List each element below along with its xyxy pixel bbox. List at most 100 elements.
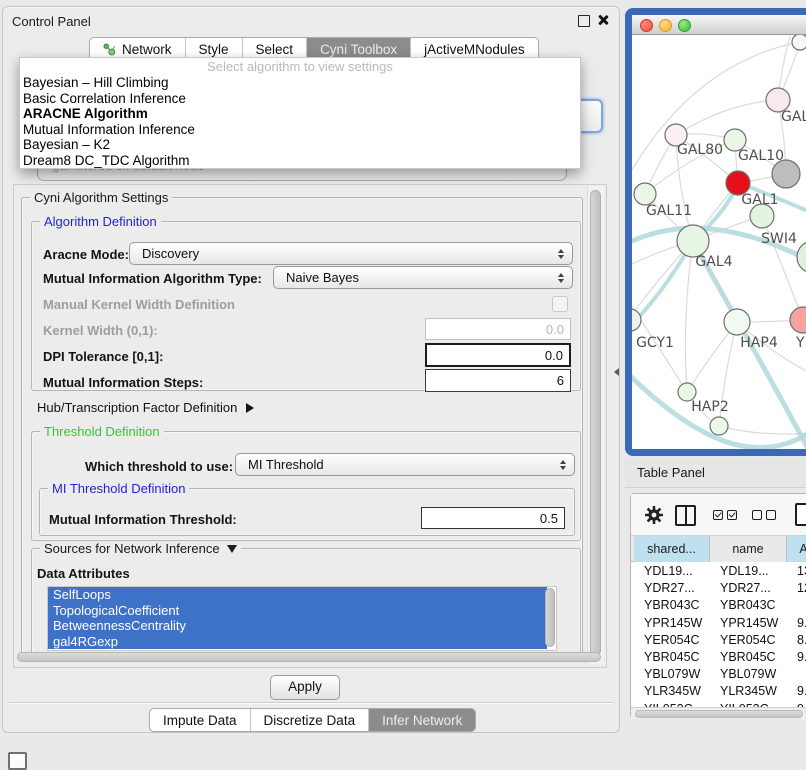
table-panel-titlebar: Table Panel [625, 458, 806, 488]
table-cell: 12 [787, 580, 806, 597]
table-row[interactable]: YDR27...YDR27...12 [631, 580, 806, 597]
cyni-algorithm-settings-title: Cyni Algorithm Settings [30, 190, 172, 205]
column-header-a[interactable]: A [787, 536, 806, 562]
select-all-columns-icon[interactable] [713, 510, 723, 520]
column-header-name[interactable]: name [710, 536, 787, 562]
list-vertical-scrollbar[interactable] [545, 588, 555, 647]
algorithm-option-aracne-algorithm[interactable]: ARACNE Algorithm [20, 106, 580, 122]
bottom-tab-infer-network-label: Infer Network [382, 713, 462, 728]
stepper-arrows-icon [558, 249, 564, 259]
bottom-tab-infer-network[interactable]: Infer Network [368, 709, 475, 731]
select-all-columns-icon[interactable] [727, 510, 737, 520]
which-threshold-label: Which threshold to use: [85, 459, 233, 475]
table-toolbar [631, 494, 806, 536]
network-node-label: GAL11 [646, 203, 692, 219]
table-row[interactable]: YLR345WYLR345W9. [631, 683, 806, 700]
network-node-gcy1[interactable] [632, 309, 641, 331]
network-node-gal11[interactable] [634, 183, 656, 205]
split-columns-icon[interactable] [675, 505, 696, 526]
network-node[interactable] [772, 160, 800, 188]
dpi-tolerance-field[interactable] [425, 343, 571, 367]
gear-icon[interactable] [643, 504, 665, 526]
network-node-label: GAL10 [738, 148, 784, 164]
algorithm-option-bayesian-hill-climbing[interactable]: Bayesian – Hill Climbing [20, 75, 580, 91]
bottom-tab-impute-data[interactable]: Impute Data [150, 709, 250, 731]
table-cell: YBL079W [634, 666, 710, 683]
network-node-hap4[interactable] [724, 309, 750, 335]
table-cell: YER054C [710, 632, 787, 649]
network-canvas[interactable]: GALGAL80GAL10GAL1GAL11SWI4GAL4GCY1HAP4YH… [632, 35, 806, 449]
which-threshold-combobox[interactable]: MI Threshold [235, 453, 575, 476]
float-window-icon[interactable] [578, 15, 590, 27]
data-attributes-list[interactable]: SelfLoopsTopologicalCoefficientBetweenne… [47, 586, 557, 651]
minimize-traffic-light-icon[interactable] [659, 19, 672, 32]
manual-kernel-width-checkbox[interactable] [552, 296, 568, 312]
settings-vertical-scrollbar-thumb[interactable] [590, 190, 601, 656]
network-node-y[interactable] [790, 307, 806, 333]
restore-panel-icon[interactable] [8, 752, 27, 770]
algorithm-option-dream8-dc-tdc-algorithm[interactable]: Dream8 DC_TDC Algorithm [20, 153, 580, 169]
network-window-titlebar[interactable] [632, 15, 806, 35]
attribute-item-selfloops[interactable]: SelfLoops [48, 587, 547, 603]
unselect-all-columns-icon[interactable] [752, 510, 762, 520]
algorithm-option-basic-correlation-inference[interactable]: Basic Correlation Inference [20, 91, 580, 107]
table-row[interactable]: YPR145WYPR145W9. [631, 615, 806, 632]
algorithm-popup-placeholder: Select algorithm to view settings [20, 58, 580, 75]
table-row[interactable]: YER054CYER054C8. [631, 632, 806, 649]
table-cell: YDL19... [634, 563, 710, 580]
attribute-item-betweennesscentrality[interactable]: BetweennessCentrality [48, 618, 547, 634]
network-node-label: SWI4 [761, 231, 797, 247]
mi-steps-field[interactable] [425, 369, 571, 392]
aracne-mode-combobox[interactable]: Discovery [129, 242, 573, 265]
network-node-swi4[interactable] [750, 204, 774, 228]
table-cell: 9. [787, 649, 806, 666]
hub-transcription-factor-section[interactable]: Hub/Transcription Factor Definition [37, 400, 254, 415]
table-row[interactable]: YDL19...YDL19...13 [631, 563, 806, 580]
table-row[interactable]: YBL079WYBL079W [631, 666, 806, 683]
network-node[interactable] [792, 35, 806, 50]
table-row[interactable]: YBR043CYBR043C [631, 597, 806, 614]
mi-threshold-field[interactable] [421, 507, 565, 529]
attribute-item-topologicalcoefficient[interactable]: TopologicalCoefficient [48, 603, 547, 619]
table-horizontal-scrollbar-thumb[interactable] [635, 710, 803, 718]
bottom-tab-impute-data-label: Impute Data [163, 713, 237, 728]
mi-threshold-label: Mutual Information Threshold: [49, 512, 237, 528]
algorithm-option-bayesian-k2[interactable]: Bayesian – K2 [20, 137, 580, 153]
tab-select-label: Select [256, 42, 294, 57]
table-horizontal-scrollbar-track[interactable] [631, 707, 806, 719]
zoom-traffic-light-icon[interactable] [678, 19, 691, 32]
settings-horizontal-scrollbar-thumb[interactable] [17, 652, 601, 662]
table-cell: YPR145W [710, 615, 787, 632]
table-cell: YPR145W [634, 615, 710, 632]
collapsed-arrow-icon[interactable] [246, 403, 254, 413]
algorithm-popup-items: Bayesian – Hill ClimbingBasic Correlatio… [20, 75, 580, 168]
panel-divider-arrow-icon[interactable] [614, 368, 619, 376]
algorithm-definition-title: Algorithm Definition [40, 214, 161, 229]
table-row[interactable]: YBR045CYBR045C9. [631, 649, 806, 666]
kernel-width-field[interactable] [425, 318, 571, 340]
bottom-tab-discretize-data[interactable]: Discretize Data [250, 709, 369, 731]
table-cell [787, 597, 806, 614]
network-node-gal4[interactable] [677, 225, 709, 257]
close-traffic-light-icon[interactable] [640, 19, 653, 32]
column-header-shared[interactable]: shared... [634, 536, 710, 562]
attribute-item-gal4rgexp[interactable]: gal4RGexp [48, 634, 547, 650]
hub-transcription-factor-label: Hub/Transcription Factor Definition [37, 400, 237, 415]
table-cell: YDL19... [710, 563, 787, 580]
unselect-all-columns-icon[interactable] [766, 510, 776, 520]
table-cell: YBL079W [710, 666, 787, 683]
apply-button[interactable]: Apply [270, 675, 340, 700]
expanded-arrow-icon[interactable] [227, 545, 237, 553]
mi-algorithm-type-label: Mutual Information Algorithm Type: [43, 271, 262, 287]
mi-algorithm-type-combobox[interactable]: Naive Bayes [273, 266, 573, 289]
table-cell: YBR043C [634, 597, 710, 614]
settings-vertical-scrollbar-track[interactable] [587, 186, 604, 664]
new-table-icon[interactable] [795, 503, 806, 526]
network-node[interactable] [797, 241, 806, 273]
close-icon[interactable] [597, 14, 609, 26]
network-node[interactable] [710, 417, 728, 435]
table-panel-window: shared...nameA YDL19...YDL19...13YDR27..… [630, 493, 806, 719]
algorithm-option-mutual-information-inference[interactable]: Mutual Information Inference [20, 122, 580, 138]
dpi-tolerance-label: DPI Tolerance [0,1]: [43, 349, 163, 365]
sources-group-title[interactable]: Sources for Network Inference [40, 541, 241, 556]
